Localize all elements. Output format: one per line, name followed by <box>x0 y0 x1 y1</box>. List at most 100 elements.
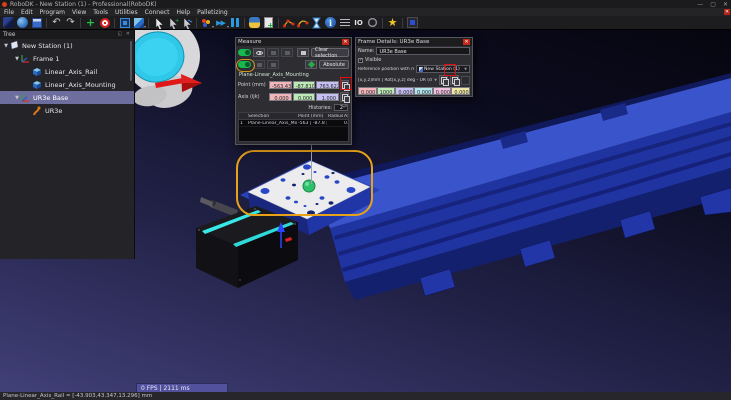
copy-axis-button[interactable] <box>340 92 349 102</box>
menu-connect[interactable]: Connect <box>145 9 170 16</box>
visible-checkbox[interactable]: ✓ <box>358 58 363 63</box>
station-icon <box>9 40 20 51</box>
menu-utilities[interactable]: Utilities <box>115 9 138 16</box>
axis-j-field[interactable]: 0.000 <box>293 93 316 101</box>
fit-all-icon[interactable] <box>118 16 131 29</box>
tree-scrollbar[interactable] <box>130 41 132 81</box>
histories-spinner[interactable]: 2 <box>334 104 348 111</box>
table-row[interactable]: 1 Plane-Linear_Axis_Mounting -563 | -87.… <box>239 120 348 127</box>
close-icon[interactable]: ✕ <box>463 39 470 45</box>
online-library-icon[interactable] <box>16 16 29 29</box>
draw-curve-icon[interactable] <box>296 16 309 29</box>
select-move-cursor-icon[interactable]: + <box>166 16 179 29</box>
col-selection[interactable]: Selection <box>247 114 297 119</box>
col-point[interactable]: Point (mm) <box>297 114 327 119</box>
pose-ry-field[interactable]: 0.000 <box>433 87 452 95</box>
tree-panel-window-icons[interactable]: ◱ ✕ <box>117 30 131 39</box>
deselect-button[interactable] <box>297 48 309 57</box>
col-radius[interactable]: Radius (mm) <box>327 114 343 119</box>
menu-program[interactable]: Program <box>40 9 65 16</box>
draw-path-icon[interactable] <box>282 16 295 29</box>
eye-icon <box>256 51 263 55</box>
visibility-button[interactable] <box>253 48 265 57</box>
redo-icon[interactable]: ↷ <box>64 16 77 29</box>
title-bar: RoboDK - New Station (1) - Professional(… <box>0 0 731 8</box>
tree-item-ur3e-base[interactable]: ▼ UR3e Base <box>0 91 134 104</box>
tree-item-label: Linear_Axis_Rail <box>45 68 97 76</box>
tree-item-station[interactable]: ▼ New Station (1) <box>0 39 134 52</box>
calibration-badge-icon[interactable]: ★ <box>386 16 399 29</box>
measure-toggle-1[interactable] <box>238 49 251 56</box>
select-measure-cursor-icon[interactable] <box>180 16 193 29</box>
axis-k-field[interactable]: 1.000 <box>316 93 339 101</box>
pose-y-field[interactable]: 1000.000 <box>377 87 396 95</box>
tree-item-ur3e[interactable]: UR3e <box>0 104 134 117</box>
robot-icon <box>32 105 43 116</box>
tree-item-linear-axis-rail[interactable]: Linear_Axis_Rail <box>0 65 134 78</box>
measure-panel-titlebar: Measure ✕ <box>236 38 351 46</box>
absolute-button[interactable]: Absolute <box>319 60 349 69</box>
pose-x-field[interactable]: 0.000 <box>358 87 377 95</box>
name-label: Name: <box>358 48 374 54</box>
annotation-ellipse-toggle <box>236 59 255 72</box>
col-axis[interactable]: Axis (ijk) <box>343 114 348 119</box>
dock-close-icon[interactable]: ✕ <box>724 9 730 15</box>
paste-pose-button[interactable] <box>450 75 459 85</box>
clear-selection-button[interactable]: Clear selection <box>311 48 349 57</box>
measure-history-table[interactable]: Selection Point (mm) Radius (mm) Axis (i… <box>238 112 349 142</box>
point-y-field[interactable]: -87.810 <box>293 81 316 89</box>
pause-icon[interactable] <box>228 16 241 29</box>
menu-view[interactable]: View <box>72 9 86 16</box>
maximize-button[interactable]: ▢ <box>710 1 716 8</box>
add-file-icon[interactable] <box>262 16 275 29</box>
frame-icon <box>20 53 31 64</box>
chevron-down-icon: ▼ <box>464 67 467 71</box>
frame-icon <box>20 92 31 103</box>
point-x-field[interactable]: -563.435 <box>269 81 292 89</box>
axis-i-field[interactable]: 0.000 <box>269 93 292 101</box>
close-button[interactable]: ✕ <box>723 1 728 8</box>
pose-rx-field[interactable]: 0.000 <box>414 87 433 95</box>
info-icon[interactable]: i <box>324 16 337 29</box>
connect-icon[interactable] <box>366 16 379 29</box>
extra-options-button[interactable] <box>461 76 470 85</box>
close-icon[interactable]: ✕ <box>342 39 349 45</box>
monitor-process-icon[interactable] <box>406 16 419 29</box>
save-icon[interactable] <box>30 16 43 29</box>
tree-item-label: UR3e Base <box>33 94 68 102</box>
select-cursor-icon[interactable] <box>152 16 165 29</box>
pose-rz-field[interactable]: 0.000 <box>451 87 470 95</box>
parameters-icon[interactable] <box>338 16 351 29</box>
visible-label: Visible <box>365 57 381 63</box>
point-z-field[interactable]: 763.622 <box>316 81 339 89</box>
simulation-colors-icon[interactable]: ▾ <box>200 16 213 29</box>
tree-item-frame1[interactable]: ▼ Frame 1 <box>0 52 134 65</box>
menu-file[interactable]: File <box>4 9 14 16</box>
pose-format-dropdown[interactable]: [x,y,z]mm | Rot[x,y,z] deg - UR (deg) <box>358 78 432 83</box>
station-icon <box>419 67 423 72</box>
reference-mode-button[interactable] <box>305 60 317 69</box>
menu-palletizing[interactable]: Palletizing <box>197 9 228 16</box>
io-signals-icon[interactable]: IO <box>352 16 365 29</box>
minimize-button[interactable]: — <box>697 1 703 8</box>
add-target-icon[interactable] <box>98 16 111 29</box>
menu-help[interactable]: Help <box>176 9 190 16</box>
robodk-window: RoboDK - New Station (1) - Professional(… <box>0 0 731 400</box>
copy-pose-button[interactable] <box>439 75 448 85</box>
annotation-red-copy-point <box>340 77 352 90</box>
histories-label: Histories: <box>308 105 332 111</box>
add-reference-frame-icon[interactable]: + <box>84 16 97 29</box>
hourglass-icon[interactable] <box>310 16 323 29</box>
reference-dropdown[interactable]: New Station (1) ▼ <box>416 65 470 73</box>
isometric-view-icon[interactable]: ▾ <box>132 16 145 29</box>
python-script-icon[interactable] <box>248 16 261 29</box>
undo-icon[interactable]: ↶ <box>50 16 63 29</box>
menu-tools[interactable]: Tools <box>93 9 108 16</box>
tree-item-linear-axis-mounting[interactable]: Linear_Axis_Mounting <box>0 78 134 91</box>
pose-z-field[interactable]: 0.000 <box>395 87 414 95</box>
point-label: Point (mm) <box>238 82 268 88</box>
menu-edit[interactable]: Edit <box>21 9 33 16</box>
fast-simulation-icon[interactable]: ▶▶▾ <box>214 16 227 29</box>
frame-name-input[interactable]: UR3e Base <box>376 47 470 55</box>
robodk-logo-icon[interactable] <box>2 16 15 29</box>
